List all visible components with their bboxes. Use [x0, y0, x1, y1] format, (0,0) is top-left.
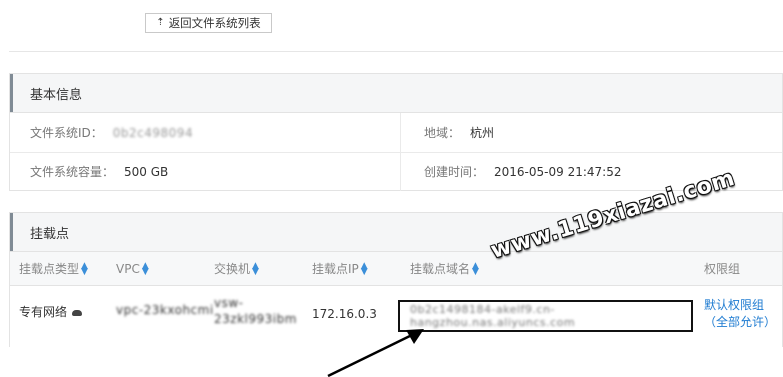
cloud-icon [72, 309, 83, 316]
switch-value-line2: 23zkl993ibm [214, 312, 297, 326]
col-switch-header[interactable]: 交换机 ▲ ▼ [214, 252, 259, 285]
mount-domain-highlight: 0b2c1498184-akelf9.cn-hangzhou.nas.aliyu… [398, 300, 693, 332]
sort-icon[interactable]: ▲ ▼ [252, 261, 259, 276]
divider [9, 51, 783, 52]
back-to-filesystem-list-button[interactable]: ⇡ 返回文件系统列表 [145, 13, 272, 33]
switch-value-line1: vsw- [214, 296, 244, 310]
mount-domain-value[interactable]: 0b2c1498184-akelf9.cn-hangzhou.nas.aliyu… [410, 303, 691, 329]
col-vpc-header[interactable]: VPC ▲ ▼ [116, 252, 149, 285]
col-domain-header[interactable]: 挂载点域名 ▲ ▼ [410, 252, 479, 285]
region-label: 地域： [424, 126, 461, 140]
header-accent-bar [10, 74, 13, 112]
region-field: 地域： 杭州 [424, 113, 494, 152]
col-type-label: 挂载点类型 [19, 262, 80, 276]
col-domain-label: 挂载点域名 [410, 262, 471, 276]
fs-id-value: 0b2c498094 [112, 125, 194, 140]
created-field: 创建时间： 2016-05-09 21:47:52 [424, 152, 621, 191]
basic-info-header: 基本信息 [10, 74, 782, 113]
capacity-field: 文件系统容量： 500 GB [30, 152, 168, 191]
capacity-value: 500 GB [124, 164, 169, 179]
capacity-label: 文件系统容量： [30, 165, 115, 179]
upload-arrow-icon: ⇡ [156, 17, 165, 28]
header-accent-bar [10, 213, 13, 251]
col-switch-label: 交换机 [214, 262, 251, 276]
col-ip-label: 挂载点IP [312, 262, 359, 276]
col-vpc-label: VPC [116, 261, 140, 276]
sort-icon[interactable]: ▲ ▼ [361, 261, 368, 276]
perm-cell: 默认权限组 （全部允许） [704, 297, 776, 331]
mount-type-cell: 专有网络 [19, 303, 83, 320]
fs-id-label: 文件系统ID： [30, 126, 103, 140]
created-label: 创建时间： [424, 165, 485, 179]
ip-cell: 172.16.0.3 [312, 307, 377, 321]
fs-id-field: 文件系统ID： 0b2c498094 [30, 113, 193, 152]
col-perm-header: 权限组 [704, 252, 740, 285]
mount-type-value: 专有网络 [19, 305, 68, 319]
sort-icon[interactable]: ▲ ▼ [142, 261, 149, 276]
region-value: 杭州 [470, 126, 495, 140]
mount-point-title: 挂载点 [30, 226, 70, 242]
perm-group-link[interactable]: 默认权限组 [704, 297, 764, 314]
sort-icon[interactable]: ▲ ▼ [472, 261, 479, 276]
basic-info-panel: 基本信息 文件系统ID： 0b2c498094 地域： 杭州 文件系统容量： 5… [9, 73, 783, 191]
perm-group-desc[interactable]: （全部允许） [704, 314, 776, 331]
col-perm-label: 权限组 [704, 262, 741, 276]
mount-point-header: 挂载点 [10, 213, 782, 252]
switch-cell: vsw- 23zkl993ibm [214, 295, 297, 327]
vpc-cell: vpc-23kxohcmi [116, 303, 214, 317]
sort-icon[interactable]: ▲ ▼ [81, 261, 88, 276]
created-value: 2016-05-09 21:47:52 [494, 164, 622, 179]
column-divider [400, 113, 401, 191]
back-button-label: 返回文件系统列表 [168, 16, 261, 30]
col-ip-header[interactable]: 挂载点IP ▲ ▼ [312, 252, 368, 285]
col-type-header[interactable]: 挂载点类型 ▲ ▼ [19, 252, 88, 285]
basic-info-title: 基本信息 [30, 87, 83, 103]
table-header: 挂载点类型 ▲ ▼ VPC ▲ ▼ 交换机 ▲ ▼ 挂载点IP ▲ ▼ 挂载点域名 ▲ ▼… [10, 252, 782, 286]
